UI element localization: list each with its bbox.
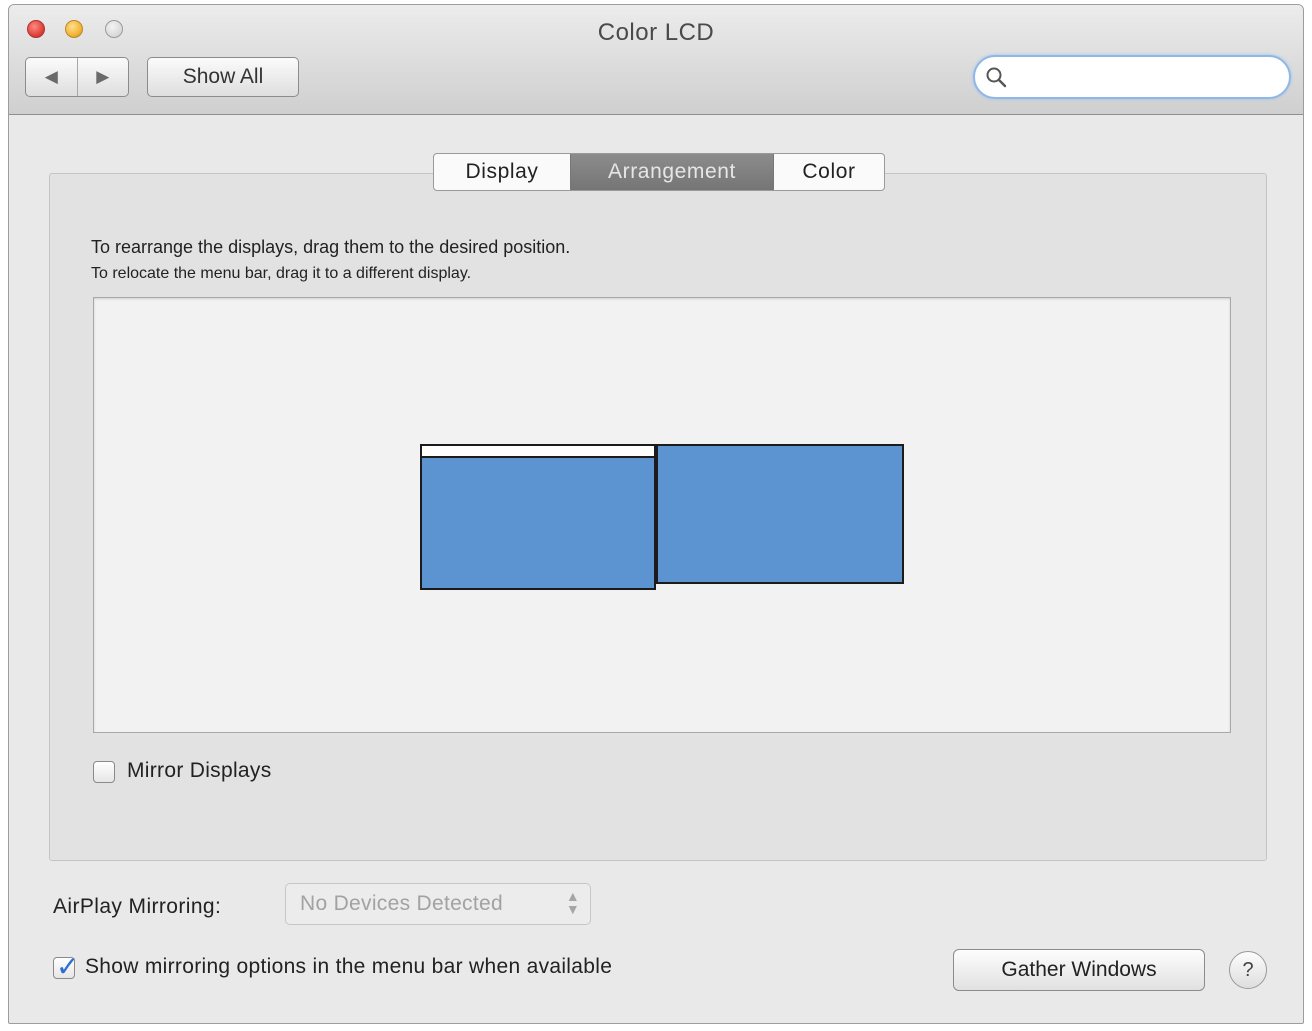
mirror-displays-label: Mirror Displays (127, 759, 272, 782)
window-toolbar: Color LCD ◀ ▶ Show All (9, 5, 1303, 115)
mirror-displays-checkbox[interactable] (93, 761, 115, 783)
menu-bar-indicator[interactable] (422, 446, 654, 458)
secondary-display-thumbnail[interactable] (656, 444, 904, 584)
main-display-thumbnail[interactable] (420, 444, 656, 590)
search-field[interactable] (973, 55, 1291, 99)
search-input[interactable] (1015, 61, 1279, 95)
checkmark-icon: ✓ (56, 951, 80, 982)
back-forward-group: ◀ ▶ (25, 57, 129, 97)
tab-arrangement[interactable]: Arrangement (570, 154, 774, 190)
tab-bar: Display Arrangement Color (433, 153, 885, 191)
display-arrangement-area (93, 297, 1231, 733)
airplay-selected-value: No Devices Detected (300, 892, 503, 915)
back-arrow-icon: ◀ (44, 67, 58, 86)
system-preferences-window: Color LCD ◀ ▶ Show All Display Arrangeme… (8, 4, 1304, 1024)
show-mirroring-options-label: Show mirroring options in the menu bar w… (85, 955, 613, 978)
show-mirroring-options-checkbox[interactable]: ✓ (53, 951, 79, 982)
show-all-button[interactable]: Show All (147, 57, 299, 97)
search-icon (986, 67, 1007, 88)
rearrange-instruction: To rearrange the displays, drag them to … (91, 237, 571, 257)
help-button[interactable]: ? (1229, 951, 1267, 989)
up-down-arrows-icon: ▲ ▼ (565, 888, 580, 917)
airplay-mirroring-select[interactable]: No Devices Detected ▲ ▼ (285, 883, 591, 925)
window-title: Color LCD (597, 19, 715, 46)
airplay-mirroring-label: AirPlay Mirroring: (53, 895, 222, 918)
back-button[interactable]: ◀ (26, 58, 77, 96)
gather-windows-button[interactable]: Gather Windows (953, 949, 1205, 991)
tab-color[interactable]: Color (774, 154, 884, 190)
forward-arrow-icon: ▶ (96, 67, 110, 86)
tab-display[interactable]: Display (434, 154, 570, 190)
menu-bar-instruction: To relocate the menu bar, drag it to a d… (91, 265, 472, 282)
forward-button[interactable]: ▶ (76, 58, 129, 96)
